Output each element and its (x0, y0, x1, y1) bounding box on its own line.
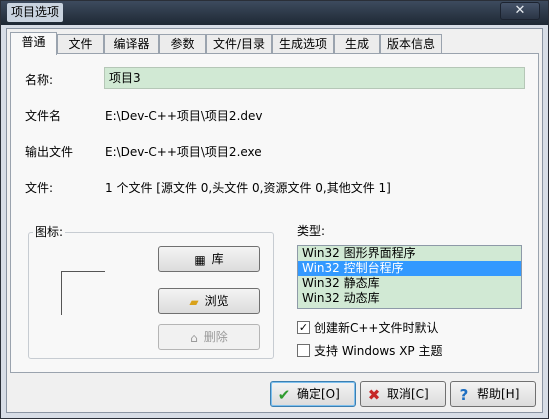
filename-label: 文件名 (25, 109, 62, 123)
tab-build-options[interactable]: 生成选项 (272, 34, 334, 54)
window-title: 项目选项 (7, 3, 64, 22)
winxp-theme-checkbox-row[interactable]: 支持 Windows XP 主题 (297, 343, 442, 359)
name-label: 名称: (25, 73, 54, 87)
tab-files[interactable]: 文件 (57, 34, 104, 54)
icon-group-label: 图标: (33, 225, 66, 239)
help-button-label: 帮助[H] (477, 387, 520, 401)
tab-general[interactable]: 普通 (10, 32, 57, 55)
tab-compiler[interactable]: 编译器 (104, 34, 159, 54)
type-group: 类型: Win32 图形界面程序 Win32 控制台程序 Win32 静态库 W… (293, 224, 531, 359)
output-file-label: 输出文件 (25, 145, 74, 159)
icon-preview (61, 271, 105, 315)
filename-value: E:\Dev-C++项目\项目2.dev (105, 109, 263, 123)
close-button[interactable]: ✕ (500, 2, 540, 20)
list-item[interactable]: Win32 动态库 (298, 291, 521, 306)
cancel-button[interactable]: ✖ 取消[C] (360, 381, 446, 407)
tab-parameters[interactable]: 参数 (159, 34, 206, 54)
library-icon: ▦ (194, 252, 206, 267)
folder-icon: ▰ (189, 294, 199, 309)
project-name-input[interactable]: 项目3 (104, 67, 525, 89)
list-item[interactable]: Win32 静态库 (298, 276, 521, 291)
general-tab-panel: 名称: 项目3 文件名 E:\Dev-C++项目\项目2.dev 输出文件 E:… (10, 53, 539, 373)
project-options-dialog: 项目选项 ✕ 普通 文件 编译器 参数 文件/目录 生成选项 生成 版本信息 名… (0, 0, 549, 419)
checkbox-checked[interactable]: ✓ (297, 321, 310, 334)
help-button[interactable]: ? 帮助[H] (450, 381, 536, 407)
default-cpp-checkbox-label: 创建新C++文件时默认 (314, 321, 439, 335)
list-item[interactable]: Win32 图形界面程序 (298, 246, 521, 261)
help-question-icon: ? (459, 385, 469, 404)
tab-build[interactable]: 生成 (334, 34, 380, 54)
delete-button-label: 删除 (203, 330, 228, 344)
library-button[interactable]: ▦ 库 (158, 246, 260, 272)
tab-directories[interactable]: 文件/目录 (206, 34, 272, 54)
delete-icon: ⌂ (190, 330, 198, 345)
files-summary: 1 个文件 [源文件 0,头文件 0,资源文件 0,其他文件 1] (105, 181, 391, 195)
cancel-button-label: 取消[C] (387, 387, 429, 401)
browse-button[interactable]: ▰ 浏览 (158, 288, 260, 314)
winxp-theme-checkbox-label: 支持 Windows XP 主题 (314, 344, 443, 358)
checkbox-unchecked[interactable] (297, 344, 310, 357)
project-type-listbox[interactable]: Win32 图形界面程序 Win32 控制台程序 Win32 静态库 Win32… (297, 245, 522, 309)
ok-button[interactable]: ✔ 确定[O] (270, 381, 356, 407)
browse-button-label: 浏览 (204, 294, 229, 308)
dialog-client-area: 普通 文件 编译器 参数 文件/目录 生成选项 生成 版本信息 名称: 项目3 … (6, 28, 543, 413)
checkmark-icon: ✔ (277, 385, 291, 404)
list-item-selected[interactable]: Win32 控制台程序 (298, 261, 521, 276)
icon-group: 图标: ▦ 库 ▰ 浏览 ⌂ 删除 (28, 225, 274, 359)
output-file-value: E:\Dev-C++项目\项目2.exe (105, 145, 262, 159)
ok-button-label: 确定[O] (297, 387, 340, 401)
library-button-label: 库 (211, 252, 224, 266)
tab-version-info[interactable]: 版本信息 (380, 34, 442, 54)
files-label: 文件: (25, 181, 54, 195)
delete-button[interactable]: ⌂ 删除 (158, 324, 260, 350)
default-cpp-checkbox-row[interactable]: ✓ 创建新C++文件时默认 (297, 320, 439, 336)
type-group-label: 类型: (295, 224, 328, 238)
cancel-x-icon: ✖ (367, 385, 381, 404)
title-bar[interactable]: 项目选项 ✕ (1, 1, 548, 25)
